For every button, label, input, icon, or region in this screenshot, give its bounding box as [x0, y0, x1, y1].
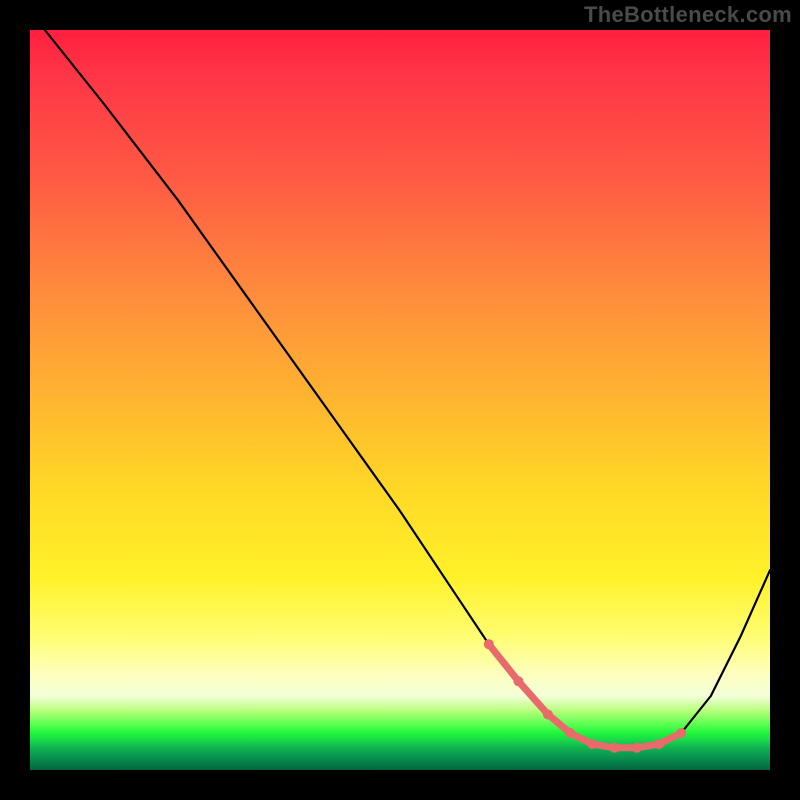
- optimal-range-band: [484, 639, 686, 753]
- watermark-text: TheBottleneck.com: [584, 2, 792, 28]
- plot-area: [30, 30, 770, 770]
- bottleneck-curve: [45, 30, 770, 748]
- curve-layer: [30, 30, 770, 770]
- chart-frame: TheBottleneck.com: [0, 0, 800, 800]
